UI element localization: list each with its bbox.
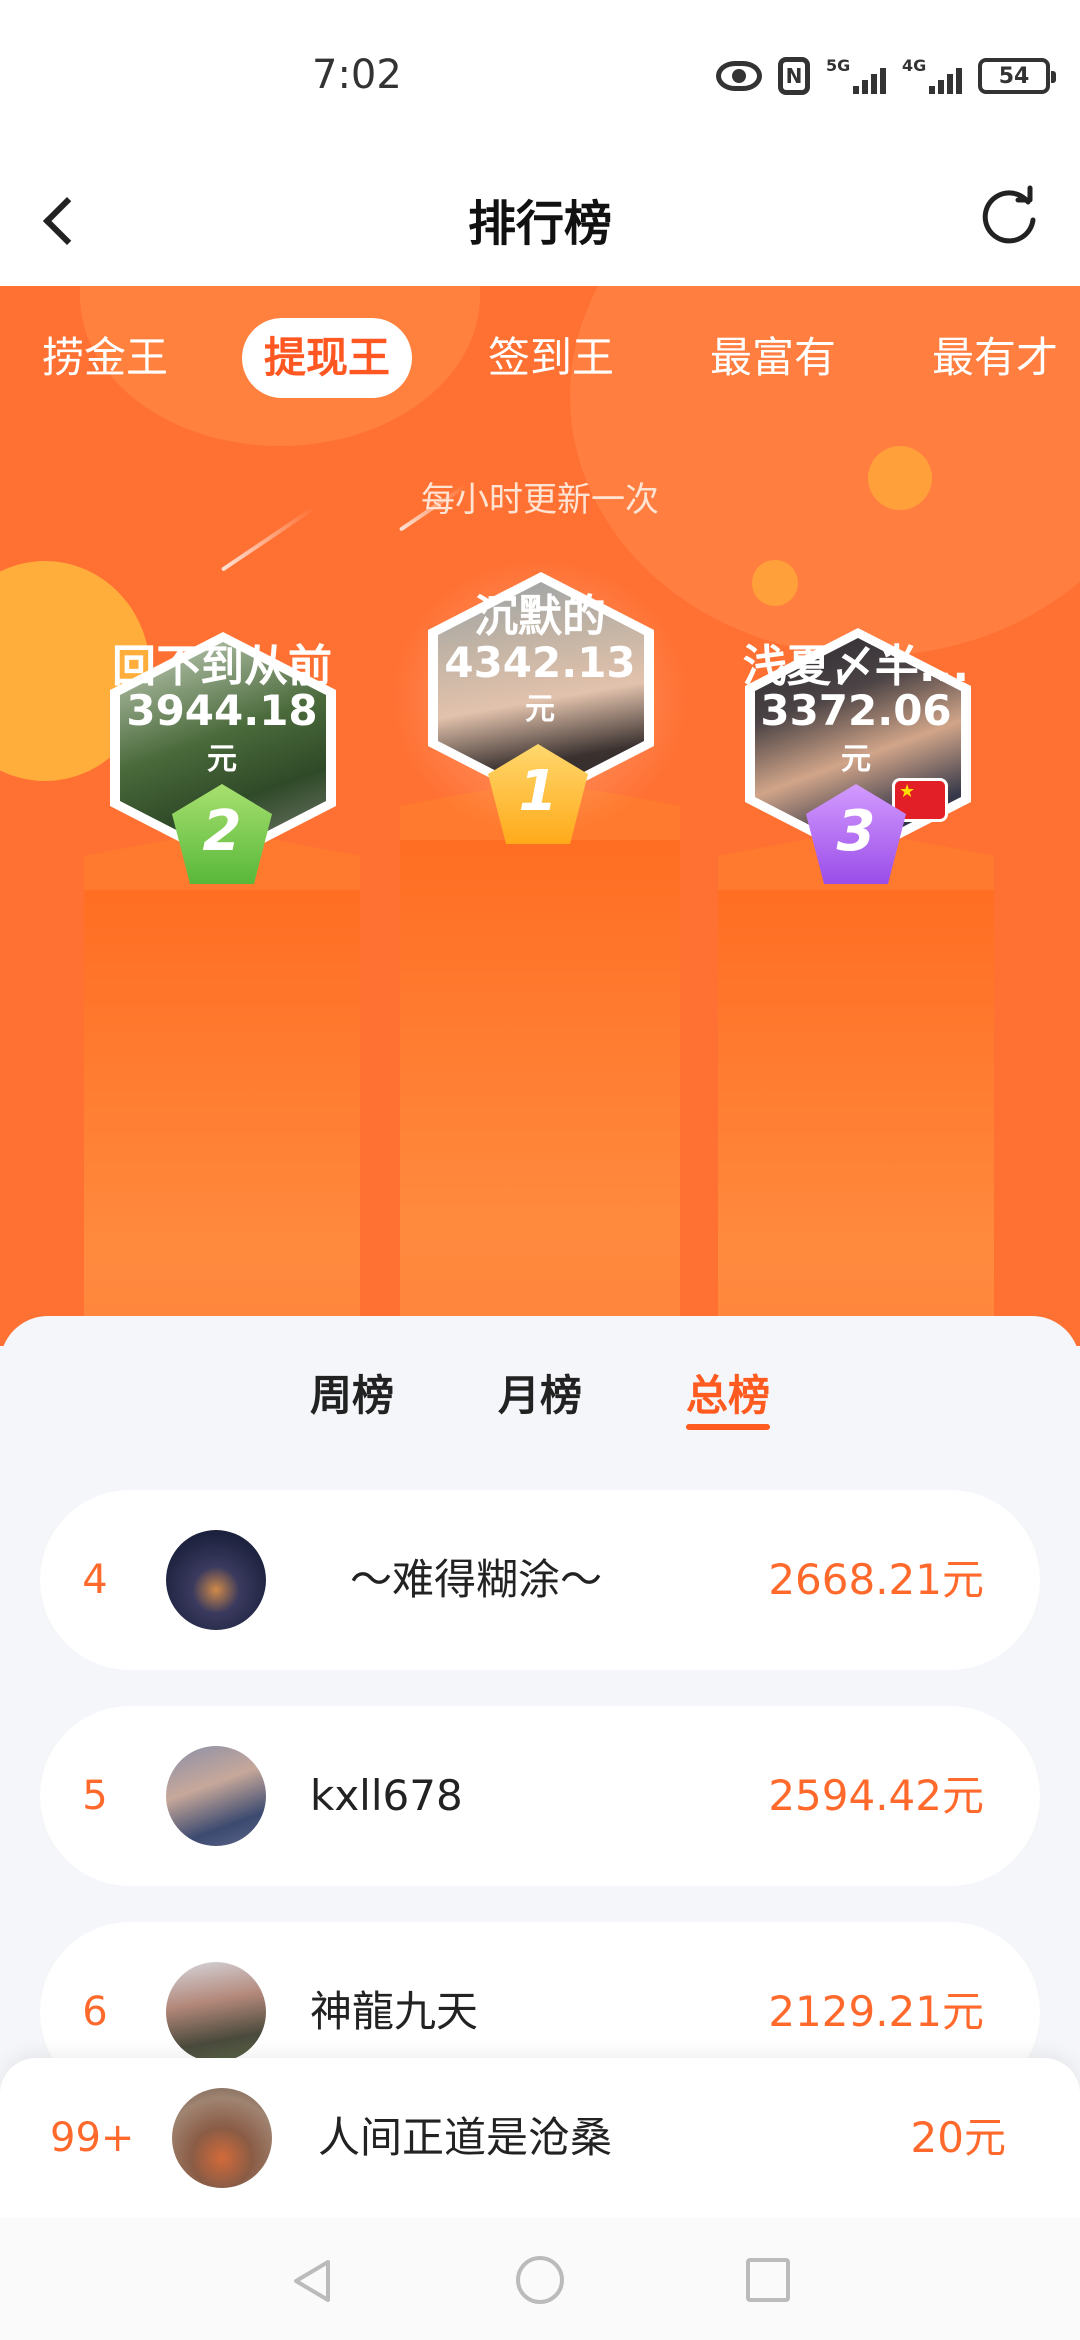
avatar[interactable]	[166, 1530, 266, 1630]
third-name: 浅夏〆半...	[742, 641, 970, 692]
tab-laojinwang[interactable]: 捞金王	[42, 318, 168, 398]
eye-icon	[716, 61, 762, 91]
avatar[interactable]	[166, 1746, 266, 1846]
rank-number: 4	[82, 1557, 108, 1603]
signal-5g-icon: 5G	[826, 56, 886, 96]
podium-first	[400, 780, 680, 1346]
tab-qiandaowang[interactable]: 签到王	[488, 318, 614, 398]
update-note: 每小时更新一次	[421, 480, 659, 520]
nav-home-icon[interactable]	[516, 2256, 564, 2304]
status-time: 7:02	[312, 52, 402, 98]
first-amount: 4342.13	[444, 638, 636, 687]
tab-zuifuyou[interactable]: 最富有	[710, 318, 836, 398]
third-unit: 元	[841, 742, 871, 777]
second-amount: 3944.18	[126, 686, 318, 735]
nav-recents-icon[interactable]	[746, 2258, 790, 2302]
avatar[interactable]	[166, 1962, 266, 2062]
amount: 2594.42元	[768, 1771, 984, 1820]
my-avatar[interactable]	[172, 2088, 272, 2188]
rank-number: 5	[82, 1773, 108, 1819]
tab-total[interactable]: 总榜	[686, 1362, 770, 1423]
third-amount: 3372.06	[760, 686, 952, 735]
second-name: 回不到从前	[112, 641, 332, 692]
battery-icon: 54	[978, 58, 1056, 94]
first-name: 沉默的	[474, 591, 606, 642]
first-unit: 元	[525, 692, 555, 727]
user-name: ～难得糊涂～	[350, 1555, 603, 1604]
tab-underline	[686, 1424, 770, 1430]
category-tabs: 捞金王 提现王 签到王 最富有 最有才	[0, 318, 1080, 398]
system-nav-bar	[0, 2218, 1080, 2340]
second-unit: 元	[207, 742, 237, 777]
period-tabs: 周榜 月榜 总榜	[0, 1316, 1080, 1466]
tab-week[interactable]: 周榜	[310, 1362, 394, 1423]
tab-month[interactable]: 月榜	[498, 1362, 582, 1423]
refresh-icon	[982, 185, 1036, 244]
amount: 2668.21元	[768, 1555, 984, 1604]
nav-back-icon[interactable]	[290, 2258, 332, 2304]
my-rank-number: 99+	[50, 2115, 135, 2161]
leaderboard-hero: 捞金王 提现王 签到王 最富有 最有才 每小时更新一次 2 1 3 回不到从前 …	[0, 286, 1080, 1346]
user-name: kxll678	[310, 1771, 463, 1820]
refresh-button[interactable]	[976, 184, 1042, 250]
list-item[interactable]: 5 kxll678 2594.42元	[40, 1706, 1040, 1886]
podium-second	[84, 830, 360, 1346]
status-icons: N 5G 4G 54	[716, 56, 1056, 96]
list-item[interactable]: 4 ～难得糊涂～ 2668.21元	[40, 1490, 1040, 1670]
podium-third	[718, 830, 994, 1346]
signal-4g-icon: 4G	[902, 56, 962, 96]
status-bar: 7:02 N 5G 4G 54	[0, 0, 1080, 160]
my-name: 人间正道是沧桑	[318, 2113, 613, 2162]
my-rank-bar[interactable]: 99+ 人间正道是沧桑 20元	[0, 2058, 1080, 2218]
tab-tixianwang[interactable]: 提现王	[242, 318, 413, 398]
app-header: 排行榜	[0, 160, 1080, 286]
my-amount: 20元	[910, 2113, 1006, 2162]
nfc-icon: N	[778, 57, 810, 95]
tab-zuiyoucai[interactable]: 最有才	[932, 318, 1058, 398]
page-title: 排行榜	[467, 196, 612, 252]
